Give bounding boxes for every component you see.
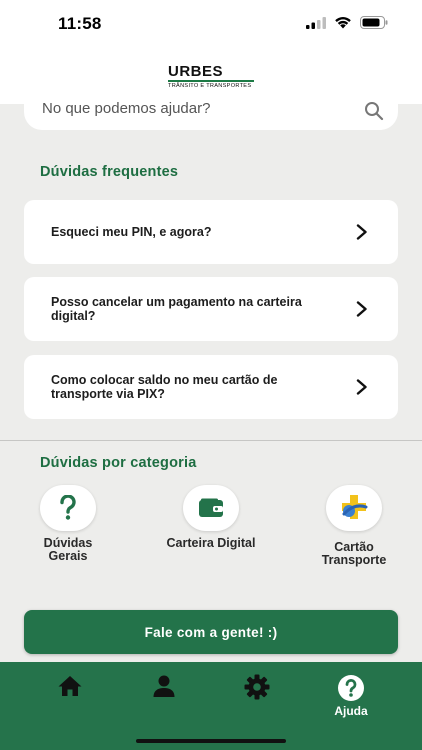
nav-item-help[interactable]: Ajuda [316,674,386,718]
gear-icon [244,674,270,700]
category-label: Carteira Digital [166,536,256,550]
search-input[interactable] [42,100,342,117]
home-indicator [136,739,286,743]
status-time: 11:58 [58,14,102,33]
faq-item-text: Esqueci meu PIN, e agora? [51,225,212,239]
category-general[interactable]: Dúvidas Gerais [23,485,113,563]
nav-label-help: Ajuda [334,704,368,718]
faq-item-cancel-payment[interactable]: Posso cancelar um pagamento na carteira … [24,277,398,341]
faq-item-pin[interactable]: Esqueci meu PIN, e agora? [24,200,398,264]
person-icon [153,675,175,697]
cellular-signal-icon [306,16,326,29]
help-icon [338,675,364,701]
category-icon-circle[interactable] [183,485,239,531]
category-section-title: Dúvidas por categoria [40,455,197,471]
urbes-logo: URBES TRÂNSITO E TRANSPORTES [168,64,256,89]
nav-item-home[interactable] [35,674,105,698]
question-icon [60,495,76,520]
battery-icon [360,16,388,29]
wallet-icon [199,498,223,517]
search-icon[interactable] [364,101,384,121]
category-digital-wallet[interactable]: Carteira Digital [166,485,256,550]
search-bar[interactable] [24,92,398,130]
home-icon [58,676,82,696]
bottom-nav: Ajuda [0,662,422,750]
category-label: Cartão Transporte [321,540,387,567]
faq-section-title: Dúvidas frequentes [40,164,179,180]
category-label: Dúvidas Gerais [43,536,93,563]
faq-item-text: Como colocar saldo no meu cartão de tran… [51,373,278,401]
nav-item-profile[interactable] [129,674,199,698]
nav-item-settings[interactable] [222,674,292,700]
chevron-right-icon [356,379,367,395]
category-icon-circle[interactable] [326,485,382,531]
section-divider [0,440,422,441]
logo-main-text: URBES [168,63,224,80]
category-transport-card[interactable]: Cartão Transporte [309,485,399,567]
chevron-right-icon [356,224,367,240]
faq-item-pix-balance[interactable]: Como colocar saldo no meu cartão de tran… [24,355,398,419]
category-icon-circle[interactable] [40,485,96,531]
status-bar: 11:58 [0,0,422,48]
wifi-icon [335,17,351,29]
logo-underline [168,80,254,82]
transport-card-icon [342,495,368,519]
chevron-right-icon [356,301,367,317]
logo-sub-text: TRÂNSITO E TRANSPORTES [168,82,252,89]
contact-us-button[interactable]: Fale com a gente! :) [24,610,398,654]
status-icons [306,16,388,29]
faq-item-text: Posso cancelar um pagamento na carteira … [51,295,302,323]
